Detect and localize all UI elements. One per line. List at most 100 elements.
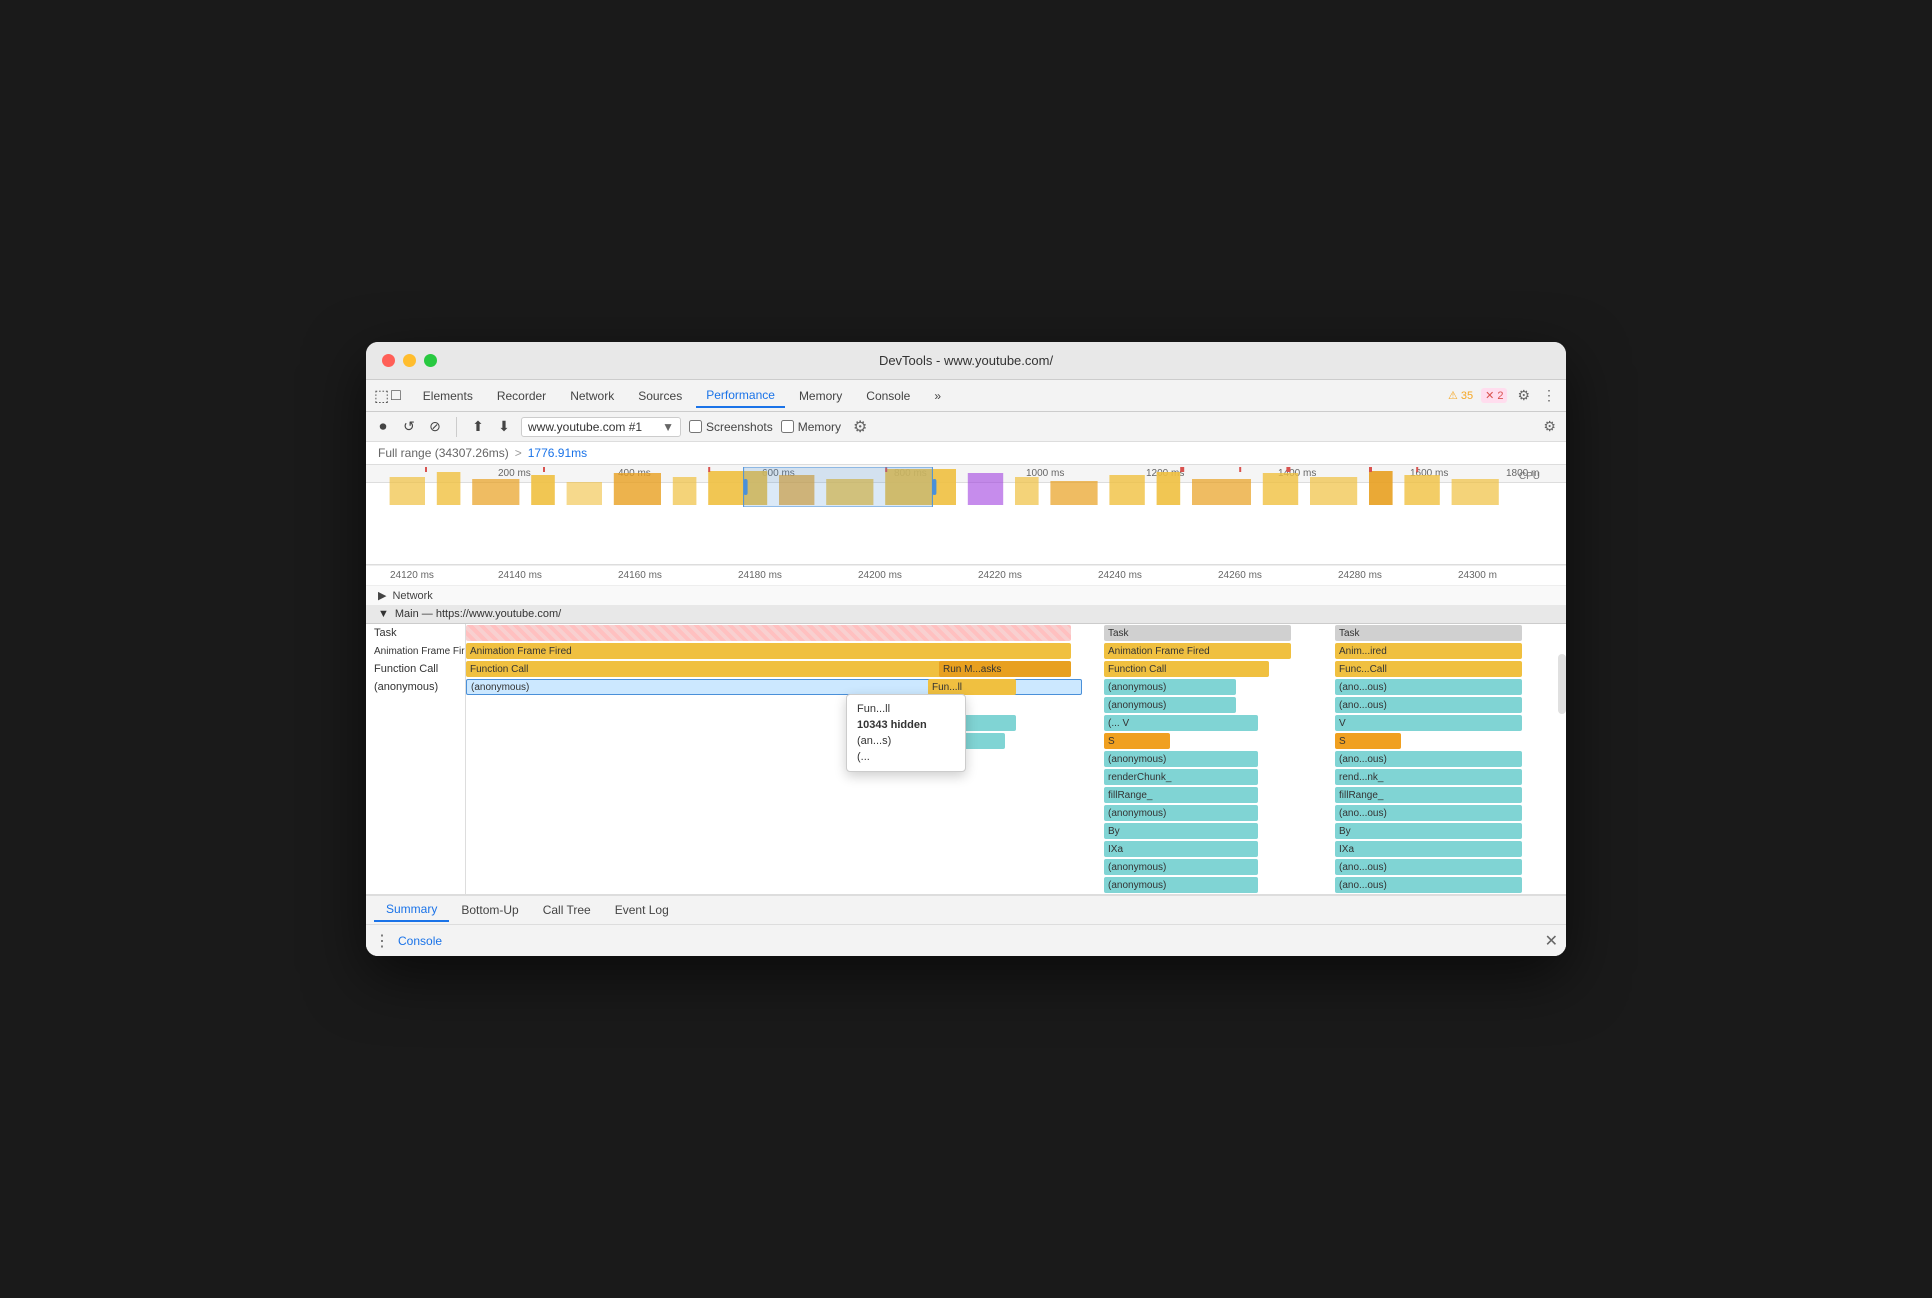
main-section-label: Main — https://www.youtube.com/	[395, 608, 561, 620]
ixa-block-2[interactable]: IXa	[1335, 841, 1522, 857]
flame-row-v: (an...s) (... V V	[366, 714, 1566, 732]
settings-gear-icon[interactable]: ⚙	[853, 417, 867, 437]
maximize-button[interactable]	[424, 354, 437, 367]
tab-recorder[interactable]: Recorder	[487, 385, 556, 407]
anon4-block-1[interactable]: (anonymous)	[1104, 805, 1258, 821]
toolbar-controls: ⏺ ↺ ⊘ ⬆ ⬇ www.youtube.com #1 ▼ Screensho…	[366, 412, 1566, 442]
memory-label: Memory	[798, 420, 841, 434]
anon2-block-1[interactable]: (anonymous)	[1104, 697, 1236, 713]
run-microtasks-block[interactable]: Run M...asks	[939, 661, 1071, 677]
tab-event-log[interactable]: Event Log	[603, 899, 681, 921]
anon2-block-2[interactable]: (ano...ous)	[1335, 697, 1522, 713]
task-block-3[interactable]: Task	[1335, 625, 1522, 641]
flame-row-function: Function Call Function Call Run M...asks…	[366, 660, 1566, 678]
anon-label: (anonymous)	[366, 678, 466, 696]
tooltip-line2: 10343 hidden	[857, 717, 955, 733]
ruler-tick-24160: 24160 ms	[618, 570, 662, 581]
tab-call-tree[interactable]: Call Tree	[531, 899, 603, 921]
anon4-label	[366, 804, 466, 822]
settings-button[interactable]: ⚙	[1515, 385, 1532, 406]
function-block-3[interactable]: Func...Call	[1335, 661, 1522, 677]
fillrange-block-1[interactable]: fillRange_	[1104, 787, 1258, 803]
tab-memory[interactable]: Memory	[789, 385, 852, 407]
memory-checkbox[interactable]	[781, 420, 794, 433]
main-header: ▼ Main — https://www.youtube.com/	[366, 605, 1566, 624]
tab-console[interactable]: Console	[856, 385, 920, 407]
s-block-2[interactable]: S	[1335, 733, 1401, 749]
device-icon[interactable]: □	[391, 387, 401, 405]
task-block-1[interactable]	[466, 625, 1071, 641]
ruler-tick-24260: 24260 ms	[1218, 570, 1262, 581]
vertical-scrollbar[interactable]	[1558, 654, 1566, 714]
animation-block-1[interactable]: Animation Frame Fired	[466, 643, 1071, 659]
by-block-2[interactable]: By	[1335, 823, 1522, 839]
v-block-1[interactable]: (... V	[1104, 715, 1258, 731]
v-block-2[interactable]: V	[1335, 715, 1522, 731]
by-block-1[interactable]: By	[1104, 823, 1258, 839]
anon5-block-2[interactable]: (ano...ous)	[1335, 859, 1522, 875]
anon6-block-2[interactable]: (ano...ous)	[1335, 877, 1522, 893]
triangle-icon[interactable]: ▼	[378, 608, 389, 620]
flame-row-anon: (anonymous) (anonymous) Fun...ll (anonym…	[366, 678, 1566, 696]
error-count: 2	[1497, 390, 1503, 402]
perf-settings-button[interactable]: ⚙	[1541, 416, 1558, 437]
ruler-tick-24120: 24120 ms	[390, 570, 434, 581]
anon-block-2[interactable]: (anonymous)	[1104, 679, 1236, 695]
window-title: DevTools - www.youtube.com/	[879, 353, 1053, 368]
screenshots-checkbox[interactable]	[689, 420, 702, 433]
tab-bottom-up[interactable]: Bottom-Up	[449, 899, 530, 921]
fun-ll-block[interactable]: Fun...ll	[928, 679, 1016, 695]
ixa-block-1[interactable]: IXa	[1104, 841, 1258, 857]
flame-row-anon4: (anonymous) (ano...ous)	[366, 804, 1566, 822]
anon6-block-1[interactable]: (anonymous)	[1104, 877, 1258, 893]
reload-button[interactable]: ↺	[400, 418, 418, 436]
close-button[interactable]	[382, 354, 395, 367]
console-close-button[interactable]: ✕	[1545, 931, 1558, 951]
network-triangle[interactable]: ▶	[378, 589, 386, 602]
tab-elements[interactable]: Elements	[413, 385, 483, 407]
animation-block-3[interactable]: Anim...ired	[1335, 643, 1522, 659]
animation-block-2[interactable]: Animation Frame Fired	[1104, 643, 1291, 659]
anon4-block-2[interactable]: (ano...ous)	[1335, 805, 1522, 821]
function-block-2[interactable]: Function Call	[1104, 661, 1269, 677]
bottom-tabs: Summary Bottom-Up Call Tree Event Log	[366, 894, 1566, 924]
cursor-icon[interactable]: ⬚	[374, 386, 389, 406]
tab-network[interactable]: Network	[560, 385, 624, 407]
task-block-2[interactable]: Task	[1104, 625, 1291, 641]
flame-chart-area[interactable]: Task Task Task Animation Frame Fired Ani…	[366, 624, 1566, 894]
tab-sources[interactable]: Sources	[628, 385, 692, 407]
detail-ruler: 24120 ms 24140 ms 24160 ms 24180 ms 2420…	[366, 565, 1566, 585]
anon3-block-2[interactable]: (ano...ous)	[1335, 751, 1522, 767]
anon5-block-1[interactable]: (anonymous)	[1104, 859, 1258, 875]
tab-performance[interactable]: Performance	[696, 384, 785, 408]
by-bars: By By	[466, 822, 1566, 840]
ruler-tick-24300: 24300 m	[1458, 570, 1497, 581]
url-select[interactable]: www.youtube.com #1 ▼	[521, 417, 681, 437]
anon3-block-1[interactable]: (anonymous)	[1104, 751, 1258, 767]
console-label[interactable]: Console	[398, 934, 442, 948]
render-label	[366, 768, 466, 786]
console-menu-icon[interactable]: ⋮	[374, 931, 390, 951]
anon2-bars: (anonymous) (ano...ous)	[466, 696, 1566, 714]
more-button[interactable]: ⋮	[1540, 385, 1558, 406]
upload-button[interactable]: ⬆	[469, 418, 487, 436]
flame-row-fillrange: fillRange_ fillRange_	[366, 786, 1566, 804]
cpu-label: CPU	[1519, 471, 1540, 482]
flame-row-s: (... S S	[366, 732, 1566, 750]
tab-summary[interactable]: Summary	[374, 898, 449, 922]
animation-label: Animation Frame Fired	[366, 642, 466, 660]
clear-button[interactable]: ⊘	[426, 418, 444, 436]
anon-block-3[interactable]: (ano...ous)	[1335, 679, 1522, 695]
fillrange-block-2[interactable]: fillRange_	[1335, 787, 1522, 803]
tab-more[interactable]: »	[924, 385, 951, 407]
main-section: ▼ Main — https://www.youtube.com/ Task T…	[366, 605, 1566, 894]
render-block-1[interactable]: renderChunk_	[1104, 769, 1258, 785]
s-block-1[interactable]: S	[1104, 733, 1170, 749]
minimize-button[interactable]	[403, 354, 416, 367]
record-button[interactable]: ⏺	[374, 418, 392, 436]
download-button[interactable]: ⬇	[495, 418, 513, 436]
timeline-overview: 200 ms 400 ms 600 ms 800 ms 1000 ms 1200…	[366, 465, 1566, 565]
function-label: Function Call	[366, 660, 466, 678]
anon5-bars: (anonymous) (ano...ous)	[466, 858, 1566, 876]
render-block-2[interactable]: rend...nk_	[1335, 769, 1522, 785]
